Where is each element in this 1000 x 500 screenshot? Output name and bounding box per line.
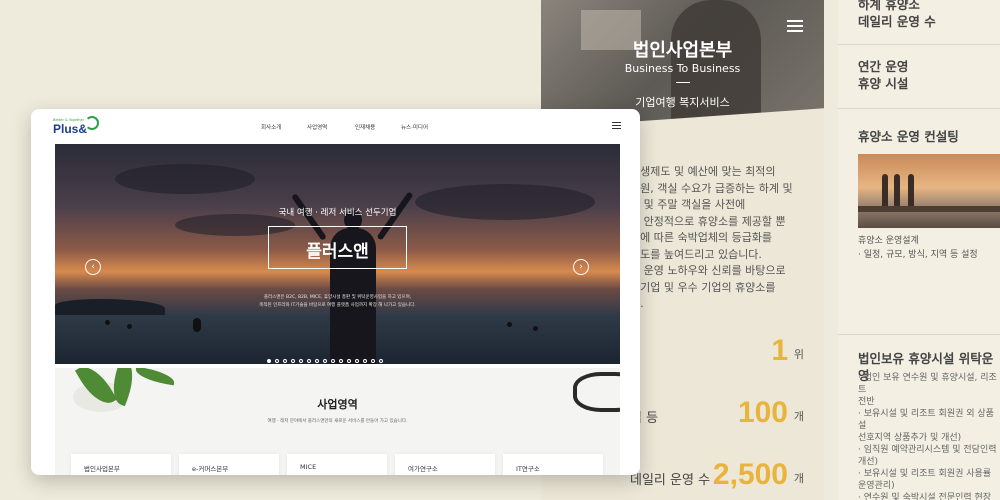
- business-description: 여행 · 레저 분야에서 플러스앤만의 새로운 서비스를 만들어 가고 있습니다…: [267, 419, 408, 424]
- carousel-dot[interactable]: [355, 359, 359, 363]
- mobile-divider: [676, 82, 690, 83]
- business-section: 사업영역 여행 · 레저 분야에서 플러스앤만의 새로운 서비스를 만들어 가고…: [55, 368, 620, 475]
- business-tile-leisure-lab[interactable]: 여가연구소: [395, 454, 495, 475]
- menu-icon[interactable]: [612, 122, 621, 131]
- carousel-next-button[interactable]: ›: [573, 259, 589, 275]
- hero-description-line2: 축적된 인프라와 IT기술을 바탕으로 여행 플랫폼 사업까지 확장 해 나가고…: [259, 303, 416, 308]
- mobile-menu-icon[interactable]: [787, 20, 803, 32]
- carousel-dot[interactable]: [299, 359, 303, 363]
- hero-title: 플러스앤: [306, 242, 369, 262]
- carousel-pagination[interactable]: [267, 359, 383, 363]
- mobile-page-description: 기업여행 복지서비스: [635, 96, 730, 109]
- carousel-dot[interactable]: [371, 359, 375, 363]
- trust-list: · 법인 보유 연수원 및 휴양시설, 리조트 전반 · 보유시설 및 리조트 …: [858, 373, 997, 500]
- desktop-website-card: Better & Together Plus& 회사소개 사업영역 인재채용 뉴…: [31, 109, 640, 475]
- carousel-dot[interactable]: [291, 359, 295, 363]
- consulting-caption: 휴양소 운영설계: [858, 236, 919, 246]
- nav-item-news[interactable]: 뉴스·미디어: [401, 123, 428, 131]
- divider: [838, 44, 1000, 45]
- business-tile-it-lab[interactable]: IT연구소: [503, 454, 603, 475]
- nav-item-company[interactable]: 회사소개: [261, 123, 281, 131]
- consulting-item: · 일정, 규모, 방식, 지역 등 설정: [858, 250, 978, 260]
- right-heading-consulting: 휴양소 운영 컨설팅: [858, 129, 959, 144]
- logo[interactable]: Plus&: [53, 122, 87, 136]
- carousel-dot[interactable]: [267, 359, 271, 363]
- top-navigation: Better & Together Plus& 회사소개 사업영역 인재채용 뉴…: [31, 109, 640, 143]
- hero-description-line1: 플러스앤은 B2C, B2B, MICE, 휴양시설 총판 및 위탁운영사업을 …: [263, 295, 412, 300]
- consulting-image: [858, 154, 1000, 228]
- divider: [838, 334, 1000, 335]
- carousel-dot[interactable]: [315, 359, 319, 363]
- hero-banner: 국내 여행 · 레저 서비스 선두기업 플러스앤 플러스앤은 B2C, B2B,…: [55, 144, 620, 364]
- mobile-page-subtitle: Business To Business: [624, 62, 741, 75]
- carousel-dot[interactable]: [331, 359, 335, 363]
- right-heading-annual: 연간 운영 휴양 시설: [858, 59, 909, 91]
- business-title: 사업영역: [317, 398, 358, 411]
- mobile-page-title: 법인사업본부: [632, 40, 733, 61]
- business-tile-b2b[interactable]: 법인사업본부: [71, 454, 171, 475]
- nav-item-business[interactable]: 사업영역: [307, 123, 327, 131]
- carousel-dot[interactable]: [307, 359, 311, 363]
- carousel-dot[interactable]: [275, 359, 279, 363]
- right-heading-summer: 하계 휴양소 데일리 운영 수: [858, 0, 936, 29]
- carousel-dot[interactable]: [339, 359, 343, 363]
- carousel-dot[interactable]: [347, 359, 351, 363]
- logo-ring-icon: [85, 116, 99, 130]
- carousel-dot[interactable]: [323, 359, 327, 363]
- carousel-dot[interactable]: [283, 359, 287, 363]
- hero-kicker: 국내 여행 · 레저 서비스 선두기업: [278, 208, 397, 218]
- business-tile-mice[interactable]: MICE: [287, 454, 387, 475]
- right-preview-panel: 하계 휴양소 데일리 운영 수 연간 운영 휴양 시설 휴양소 운영 컨설팅 휴…: [838, 0, 1000, 500]
- business-tile-ecommerce[interactable]: e-커머스본부: [179, 454, 279, 475]
- carousel-prev-button[interactable]: ‹: [85, 259, 101, 275]
- divider: [838, 108, 1000, 109]
- mobile-paragraph: 후생제도 및 예산에 맞는 최적의 지원, 객실 수요가 급증하는 하계 및 기…: [630, 165, 793, 310]
- carousel-dot[interactable]: [379, 359, 383, 363]
- nav-item-careers[interactable]: 인재채용: [355, 123, 375, 131]
- carousel-dot[interactable]: [363, 359, 367, 363]
